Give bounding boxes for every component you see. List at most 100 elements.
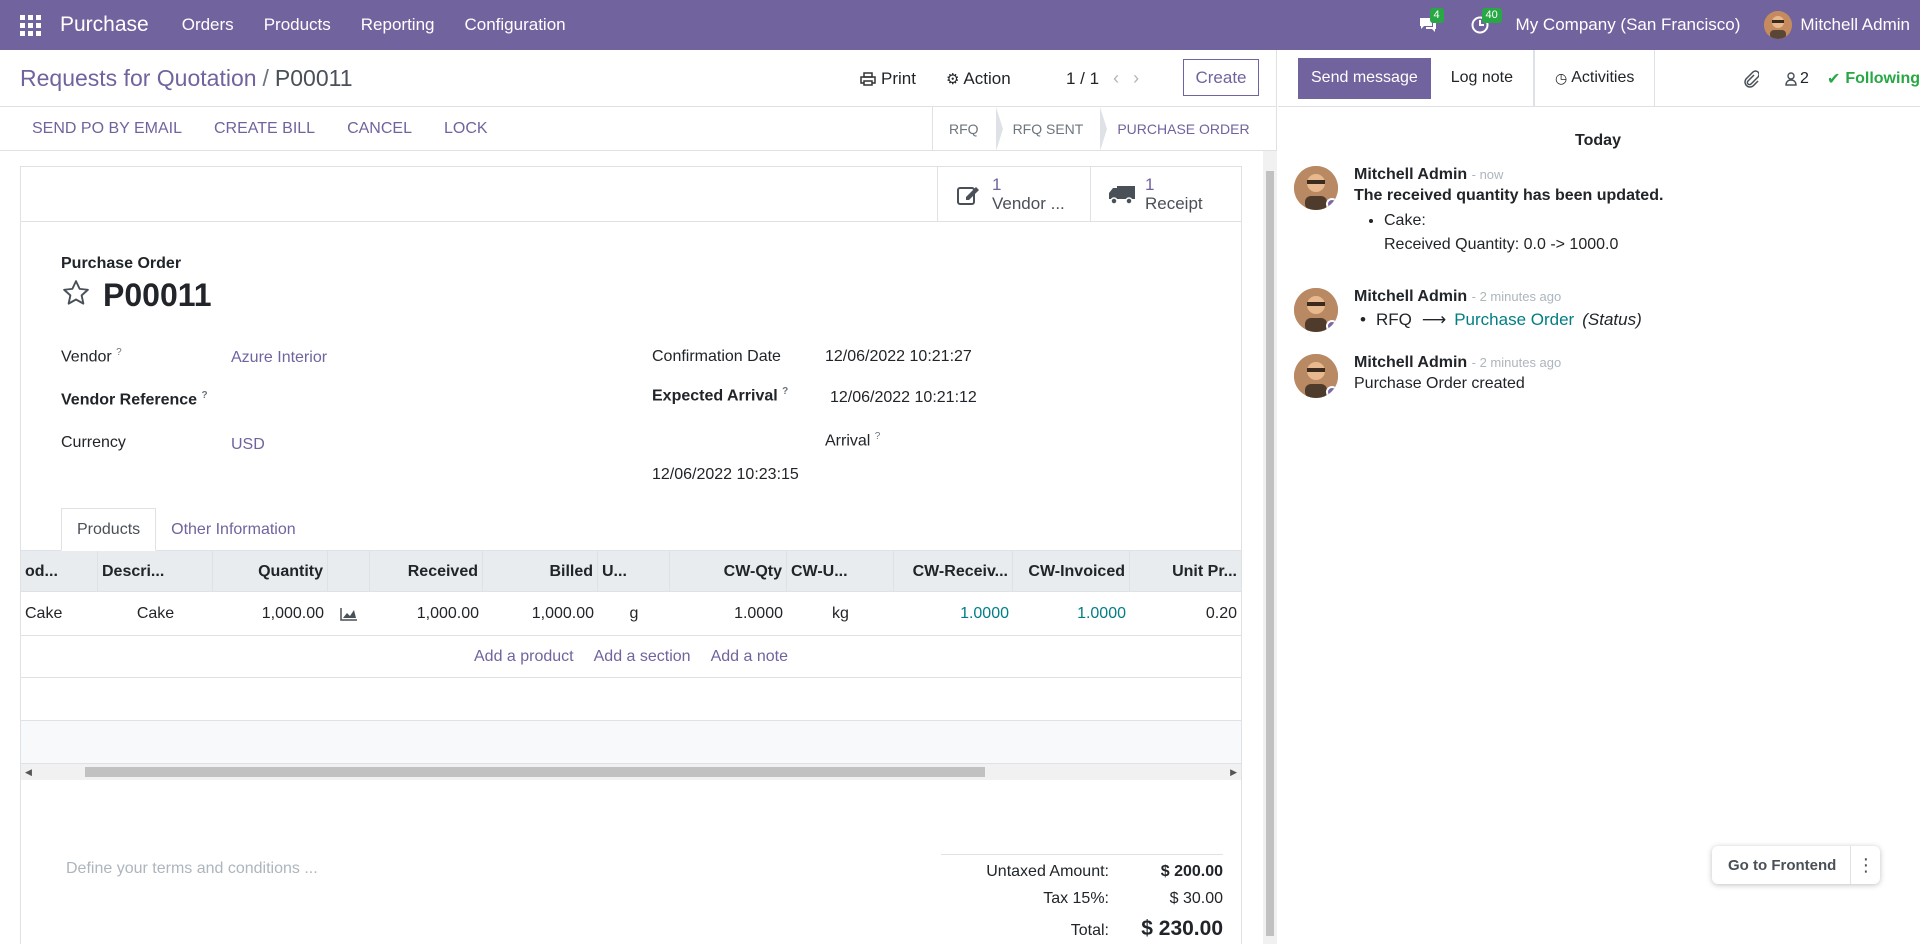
tracking-field: (Status) [1582, 310, 1642, 329]
totals-summary: Untaxed Amount: $ 200.00 Tax 15%: $ 30.0… [941, 854, 1223, 944]
terms-conditions-field[interactable]: Define your terms and conditions ... [66, 860, 318, 878]
menu-orders[interactable]: Orders [167, 15, 249, 35]
forecast-chart-icon[interactable] [328, 592, 370, 636]
activities-button[interactable]: ◷ Activities [1534, 49, 1656, 107]
breadcrumb: Requests for Quotation / P00011 [20, 65, 353, 92]
print-button[interactable]: Print [860, 69, 916, 89]
pager-next-icon[interactable]: › [1133, 68, 1139, 89]
send-message-button[interactable]: Send message [1298, 57, 1431, 99]
message-item: Mitchell Admin - 2 minutes ago Purchase … [1294, 354, 1894, 404]
pager-value[interactable]: 1 / 1 [1066, 69, 1099, 89]
cell-cw-received[interactable]: 1.0000 [894, 592, 1013, 636]
receipt-smart-button[interactable]: 1 Receipt [1090, 167, 1243, 222]
action-button[interactable]: ⚙ Action [946, 69, 1011, 89]
add-product-link[interactable]: Add a product [474, 648, 574, 666]
confirmation-date-label: Confirmation Date [652, 348, 781, 365]
cancel-button[interactable]: CANCEL [347, 120, 412, 138]
followers-button[interactable]: 2 [1785, 70, 1809, 88]
more-options-icon[interactable]: ⋮ [1850, 846, 1880, 884]
print-icon [860, 71, 876, 86]
message-author[interactable]: Mitchell Admin [1354, 288, 1467, 305]
menu-products[interactable]: Products [249, 15, 346, 35]
add-section-link[interactable]: Add a section [594, 648, 691, 666]
menu-configuration[interactable]: Configuration [450, 15, 581, 35]
table-row[interactable]: Cake Cake 1,000.00 1,000.00 1,000.00 g 1… [21, 592, 1241, 636]
cell-cw-invoiced[interactable]: 1.0000 [1013, 592, 1130, 636]
col-cw-uom[interactable]: CW-U... [787, 551, 894, 592]
pencil-square-icon [954, 180, 984, 210]
cell-unit-price: 0.20 [1205, 605, 1237, 622]
form-sheet: 1 Vendor ... 1 Receipt Purchase Order P0… [20, 166, 1242, 944]
tab-other-information[interactable]: Other Information [156, 508, 311, 551]
user-avatar[interactable] [1764, 11, 1793, 39]
col-received[interactable]: Received [370, 551, 483, 592]
company-switcher[interactable]: My Company (San Francisco) [1516, 15, 1741, 35]
arrival-field[interactable]: 12/06/2022 10:23:15 [652, 466, 799, 484]
col-cw-qty[interactable]: CW-Qty [670, 551, 787, 592]
author-avatar[interactable] [1294, 354, 1338, 398]
app-name[interactable]: Purchase [60, 13, 149, 37]
star-icon[interactable] [61, 278, 91, 313]
col-cw-received[interactable]: CW-Receiv... [894, 551, 1013, 592]
col-billed[interactable]: Billed [483, 551, 598, 592]
add-note-link[interactable]: Add a note [711, 648, 788, 666]
pager-prev-icon[interactable]: ‹ [1113, 68, 1119, 89]
message-author[interactable]: Mitchell Admin [1354, 354, 1467, 371]
stage-purchase-order[interactable]: PURCHASE ORDER [1101, 107, 1267, 151]
following-button[interactable]: ✔ Following [1827, 69, 1920, 89]
vendor-bills-smart-button[interactable]: 1 Vendor ... [937, 167, 1090, 222]
table-header: od... Descri... Quantity Received Billed… [21, 551, 1241, 592]
lock-button[interactable]: LOCK [444, 120, 488, 138]
col-uom[interactable]: U... [598, 551, 670, 592]
arrival-label: Arrival ? [825, 431, 881, 450]
activities-label: Activities [1571, 69, 1635, 86]
confirmation-date-field[interactable]: 12/06/2022 10:21:27 [825, 348, 972, 366]
untaxed-amount-value: $ 200.00 [1160, 863, 1223, 880]
smart-buttons: 1 Vendor ... 1 Receipt [21, 167, 1241, 222]
create-button[interactable]: Create [1183, 59, 1259, 96]
cell-billed: 1,000.00 [531, 605, 594, 622]
go-to-frontend-button[interactable]: Go to Frontend [1712, 857, 1850, 874]
vendor-reference-field[interactable] [231, 390, 591, 412]
menu-reporting[interactable]: Reporting [346, 15, 450, 35]
send-po-by-email-button[interactable]: SEND PO BY EMAIL [32, 120, 182, 138]
create-bill-button[interactable]: CREATE BILL [214, 120, 315, 138]
col-description[interactable]: Descri... [98, 551, 213, 592]
scroll-right-icon[interactable]: ▶ [1230, 764, 1237, 780]
untaxed-amount-label: Untaxed Amount: [986, 863, 1109, 880]
messages-icon[interactable]: 4 [1416, 8, 1444, 37]
col-unit-price[interactable]: Unit Pr... [1130, 551, 1241, 592]
log-note-button[interactable]: Log note [1431, 49, 1535, 107]
message-author[interactable]: Mitchell Admin [1354, 166, 1467, 183]
vertical-scrollbar[interactable] [1263, 151, 1277, 944]
cell-description: Cake [136, 605, 175, 622]
vendor-field[interactable]: Azure Interior [231, 349, 327, 367]
receipt-count: 1 [1145, 174, 1155, 194]
scroll-left-icon[interactable]: ◀ [25, 764, 32, 780]
tab-products[interactable]: Products [61, 508, 157, 551]
col-cw-invoiced[interactable]: CW-Invoiced [1013, 551, 1130, 592]
pager: 1 / 1 ‹ › [1066, 50, 1139, 107]
cell-received: 1,000.00 [416, 605, 479, 622]
form-view: Requests for Quotation / P00011 Print ⚙ Ac… [0, 50, 1277, 944]
col-quantity[interactable]: Quantity [213, 551, 328, 592]
author-avatar[interactable] [1294, 166, 1338, 210]
paperclip-icon[interactable] [1743, 69, 1760, 88]
breadcrumb-parent[interactable]: Requests for Quotation [20, 65, 257, 91]
stage-rfq[interactable]: RFQ [933, 107, 1003, 151]
form-title-label: Purchase Order [61, 255, 182, 272]
activities-clock-icon[interactable]: 40 [1468, 8, 1502, 37]
notebook-tabs: Products Other Information [61, 508, 311, 551]
stage-rfq-sent[interactable]: RFQ SENT [997, 107, 1108, 151]
tracking-new-value: Purchase Order [1454, 310, 1575, 329]
user-menu[interactable]: Mitchell Admin [1800, 15, 1910, 35]
tracking-detail: Received Quantity: 0.0 -> 1000.0 [1384, 236, 1619, 253]
receipt-label: Receipt [1145, 193, 1203, 213]
horizontal-scrollbar[interactable]: ◀ ▶ [21, 764, 1241, 780]
app-menu-icon[interactable] [0, 14, 60, 36]
user-icon [1785, 71, 1797, 86]
expected-arrival-field[interactable]: 12/06/2022 10:21:12 [830, 389, 977, 407]
currency-field[interactable]: USD [231, 436, 265, 454]
author-avatar[interactable] [1294, 288, 1338, 332]
col-product[interactable]: od... [21, 551, 98, 592]
